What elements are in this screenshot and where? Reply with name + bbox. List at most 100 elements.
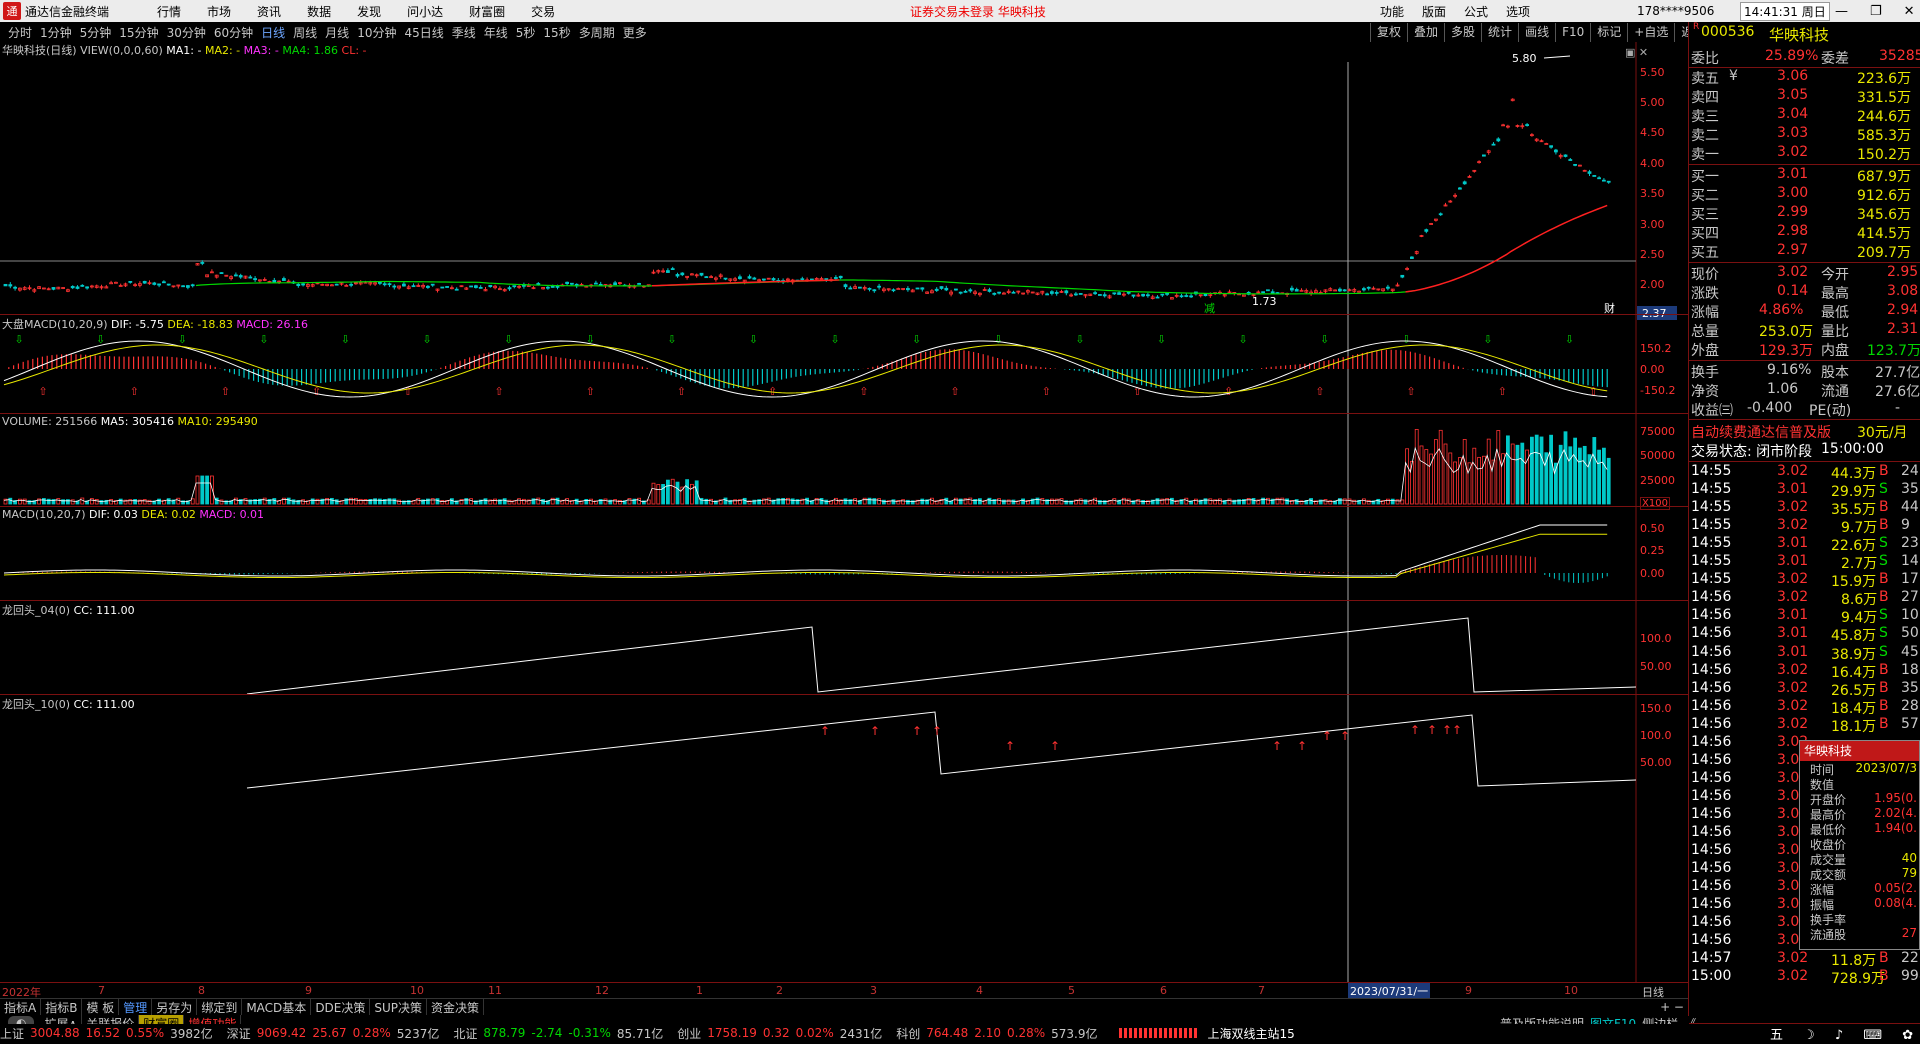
- tray-icons[interactable]: 五 ☽ ♪ ⌨ ✿ ✎: [1770, 1024, 1920, 1043]
- volume-bar: [589, 498, 593, 505]
- tool-button-6[interactable]: 标记: [1590, 23, 1627, 42]
- tick-volume: 18.4万: [1831, 700, 1877, 717]
- period-13[interactable]: 5秒: [516, 24, 536, 41]
- ad-price[interactable]: 30元/月: [1857, 422, 1908, 442]
- candle-body: [478, 286, 483, 289]
- period-3[interactable]: 15分钟: [119, 24, 158, 41]
- buy-signal-icon: ⇩: [1238, 333, 1247, 346]
- right-menu-item-3[interactable]: 选项: [1506, 3, 1530, 20]
- menu-item-5[interactable]: 问小达: [407, 3, 443, 20]
- volume-bar: [1323, 499, 1328, 505]
- period-8[interactable]: 月线: [325, 24, 349, 41]
- y-tick-label: 2.00: [1640, 278, 1665, 291]
- right-menu-item-1[interactable]: 版面: [1422, 3, 1446, 20]
- y-tick-label: 3.00: [1640, 218, 1665, 231]
- period-0[interactable]: 分时: [8, 24, 32, 41]
- buy-signal-icon: ⇩: [912, 333, 921, 346]
- indicator-tab-1[interactable]: 指标B: [41, 998, 83, 1016]
- candle-body: [699, 272, 704, 276]
- pane-controls[interactable]: ▣ ✕: [1625, 46, 1648, 59]
- indicator-tab-4[interactable]: 另存为: [152, 998, 198, 1016]
- chart-area[interactable]: 2.37 5.80 1.73 减财 ⇩ ⇧ ⇩ ⇧ ⇩ ⇧ ⇩ ⇧ ⇩ ⇧ ⇩ ⇧ ⇩ ⇩ ⇧ ⇩ ⇧ ⇩ ⇧ ⇩ ⇧ ⇩ ⇧ ⇩ ⇧ ⇩…: [0, 42, 1688, 982]
- index-item: 2.10: [974, 1026, 1001, 1040]
- period-7[interactable]: 周线: [293, 24, 317, 41]
- stat-value: 0.14: [1777, 283, 1809, 299]
- volume-bar: [1275, 497, 1280, 505]
- candle-body: [550, 285, 555, 288]
- tool-button-2[interactable]: 多股: [1444, 23, 1481, 42]
- indicator-tab-7[interactable]: DDE决策: [311, 998, 371, 1016]
- indicator-tab-3[interactable]: 管理: [119, 998, 153, 1016]
- period-15[interactable]: 多周期: [579, 24, 615, 41]
- candle-body: [469, 285, 474, 288]
- period-14[interactable]: 15秒: [543, 24, 570, 41]
- tool-button-3[interactable]: 统计: [1481, 23, 1518, 42]
- y-tick-label: 0.00: [1640, 363, 1665, 376]
- menu-item-0[interactable]: 行情: [157, 3, 181, 20]
- period-11[interactable]: 季线: [452, 24, 476, 41]
- menu-item-2[interactable]: 资讯: [257, 3, 281, 20]
- minimize-icon[interactable]: —: [1835, 4, 1848, 19]
- tool-button-0[interactable]: 复权: [1370, 23, 1407, 42]
- menu-item-7[interactable]: 交易: [531, 3, 555, 20]
- volume-bar: [666, 479, 670, 505]
- close-icon[interactable]: ✕: [1904, 4, 1915, 19]
- login-notice[interactable]: 证券交易未登录 华映科技: [910, 3, 1046, 20]
- indicator-tab-6[interactable]: MACD基本: [242, 998, 312, 1016]
- period-2[interactable]: 5分钟: [80, 24, 112, 41]
- tool-button-7[interactable]: +自选: [1627, 23, 1674, 42]
- indicator-tab-9[interactable]: 资金决策: [427, 998, 485, 1016]
- ad-text[interactable]: 自动续费通达信普及版: [1691, 422, 1831, 442]
- indicator-tab-0[interactable]: 指标A: [0, 998, 42, 1016]
- menu-item-6[interactable]: 财富圈: [469, 3, 505, 20]
- tick-price: 3.02: [1777, 679, 1809, 696]
- tick-count: 23: [1901, 535, 1919, 552]
- stat2-row-0: 换手 9.16% 股本 27.7亿: [1689, 362, 1920, 381]
- menu-item-1[interactable]: 市场: [207, 3, 231, 20]
- indicator-tab-5[interactable]: 绑定到: [197, 998, 243, 1016]
- menu-item-3[interactable]: 数据: [307, 3, 331, 20]
- maximize-icon[interactable]: ❐: [1870, 4, 1882, 19]
- tick-row-10: 14:56 3.01 38.9万 S 45: [1689, 644, 1920, 663]
- period-12[interactable]: 年线: [484, 24, 508, 41]
- tooltip-value: 40: [1901, 851, 1917, 865]
- index-item: 2431亿: [839, 1026, 883, 1041]
- stat-label: 现价: [1691, 267, 1719, 283]
- lht-signal-arrow-icon: ↑: [870, 724, 880, 738]
- y-tick-label: 4.00: [1640, 157, 1665, 170]
- volume-bar: [205, 475, 210, 505]
- period-6[interactable]: 日线: [261, 24, 285, 41]
- right-menu-item-0[interactable]: 功能: [1380, 3, 1404, 20]
- menu-item-4[interactable]: 发现: [357, 3, 381, 20]
- candle-body: [723, 277, 728, 280]
- volume-bar: [776, 498, 781, 505]
- tool-button-5[interactable]: F10: [1555, 23, 1590, 42]
- volume-ma5-line: [3, 446, 1608, 503]
- volume-bar: [805, 497, 809, 505]
- period-10[interactable]: 45日线: [404, 24, 443, 41]
- period-16[interactable]: 更多: [623, 24, 647, 41]
- server-station[interactable]: 上海双线主站15: [1207, 1025, 1294, 1042]
- period-1[interactable]: 1分钟: [40, 24, 72, 41]
- volume-bar: [464, 498, 469, 505]
- tick-price: 3.02: [1777, 589, 1809, 606]
- tdx-logo-icon: 通: [3, 2, 21, 20]
- bid-volume: 345.6万: [1857, 207, 1912, 223]
- volume-bar: [1491, 459, 1496, 505]
- tool-button-1[interactable]: 叠加: [1407, 23, 1444, 42]
- volume-bar: [1414, 429, 1419, 505]
- indicator-tab-2[interactable]: 模 板: [82, 998, 120, 1016]
- right-menu-item-2[interactable]: 公式: [1464, 3, 1488, 20]
- period-5[interactable]: 60分钟: [214, 24, 253, 41]
- account-label[interactable]: 178****9506: [1637, 4, 1714, 18]
- indicator-tab-8[interactable]: SUP决策: [370, 998, 428, 1016]
- volume-bar: [8, 497, 13, 505]
- period-4[interactable]: 30分钟: [167, 24, 206, 41]
- volume-bar: [1165, 498, 1169, 505]
- period-9[interactable]: 10分钟: [357, 24, 396, 41]
- tick-price: 3.01: [1777, 625, 1809, 642]
- volume-bar: [670, 478, 675, 505]
- volume-bar: [766, 497, 771, 505]
- tab-zoom-control[interactable]: + −: [1656, 1000, 1688, 1014]
- tool-button-4[interactable]: 画线: [1518, 23, 1555, 42]
